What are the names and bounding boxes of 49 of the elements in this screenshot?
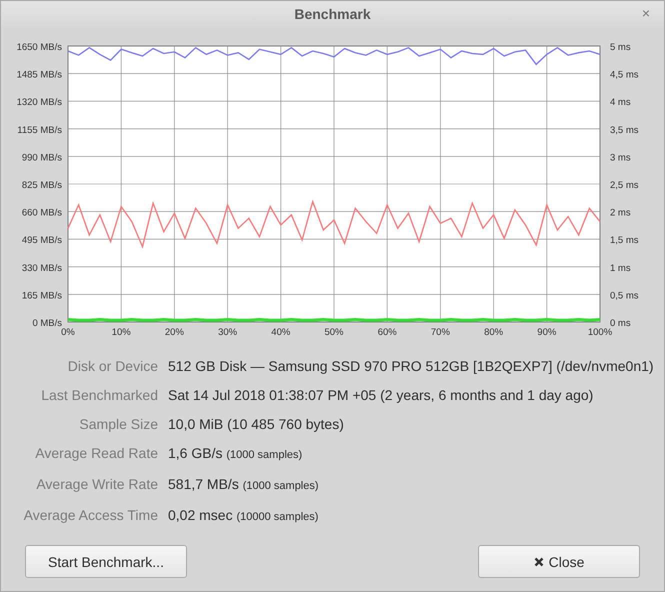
detail-value: 1,6 GB/s (1000 samples) — [168, 444, 304, 463]
axis-label: 330 MB/s — [22, 262, 62, 274]
axis-label: 0 MB/s — [32, 318, 62, 329]
axis-label: 495 MB/s — [22, 235, 62, 246]
axis-label: 0,5 ms — [610, 290, 639, 302]
start-benchmark-button[interactable]: Start Benchmark... — [25, 545, 187, 578]
axis-label: 4 ms — [610, 97, 631, 108]
axis-label: 0 ms — [610, 318, 631, 329]
axis-label: 3 ms — [610, 152, 631, 164]
axis-label: 4,5 ms — [610, 70, 639, 81]
axis-label: 70% — [430, 327, 450, 338]
axis-label: 660 MB/s — [22, 208, 62, 219]
axis-label: 990 MB/s — [22, 152, 62, 164]
detail-value: 0,02 msec (10000 samples) — [168, 506, 320, 525]
detail-value: 512 GB Disk — Samsung SSD 970 PRO 512GB [1B2QEXP7] (/dev/nvme0n1) — [168, 357, 655, 376]
axis-label: 3,5 ms — [610, 124, 639, 136]
detail-value: 10,0 MiB (10 485 760 bytes) — [168, 415, 345, 434]
axis-label: 100% — [588, 327, 612, 338]
axis-label: 825 MB/s — [22, 180, 62, 191]
close-icon — [534, 556, 544, 566]
axis-label: 30% — [218, 327, 238, 338]
axis-label: 10% — [112, 327, 131, 338]
window-title: Benchmark — [294, 6, 371, 22]
axis-label: 1155 MB/s — [17, 124, 62, 136]
axis-label: 60% — [378, 327, 397, 338]
detail-label: Last Benchmarked — [40, 386, 158, 405]
detail-label: Average Access Time — [22, 506, 158, 525]
detail-label: Average Write Rate — [35, 475, 158, 494]
axis-label: 1 ms — [610, 262, 631, 274]
axis-label: 2,5 ms — [610, 180, 639, 191]
axis-label: 1320 MB/s — [16, 97, 62, 108]
axis-label: 2 ms — [610, 208, 631, 219]
axis-label: 1650 MB/s — [16, 42, 62, 53]
detail-label: Average Read Rate — [34, 444, 158, 463]
axis-label: 1485 MB/s — [16, 70, 62, 81]
axis-label: 90% — [537, 327, 556, 338]
axis-label: 0% — [61, 327, 75, 338]
detail-value: 581,7 MB/s (1000 samples) — [168, 475, 320, 494]
axis-label: 165 MB/s — [22, 290, 62, 302]
axis-label: 20% — [164, 327, 184, 338]
axis-label: 1,5 ms — [610, 235, 639, 246]
detail-label: Sample Size — [78, 415, 158, 434]
axis-label: 5 ms — [610, 42, 631, 53]
axis-label: 40% — [271, 327, 290, 338]
detail-label: Disk or Device — [66, 357, 158, 376]
axis-label: 50% — [324, 327, 344, 338]
axis-label: 80% — [484, 327, 504, 338]
close-button[interactable]: Close — [478, 545, 640, 578]
detail-value: Sat 14 Jul 2018 01:38:07 PM +05 (2 years, 6 months and 1 day ago) — [168, 386, 594, 405]
